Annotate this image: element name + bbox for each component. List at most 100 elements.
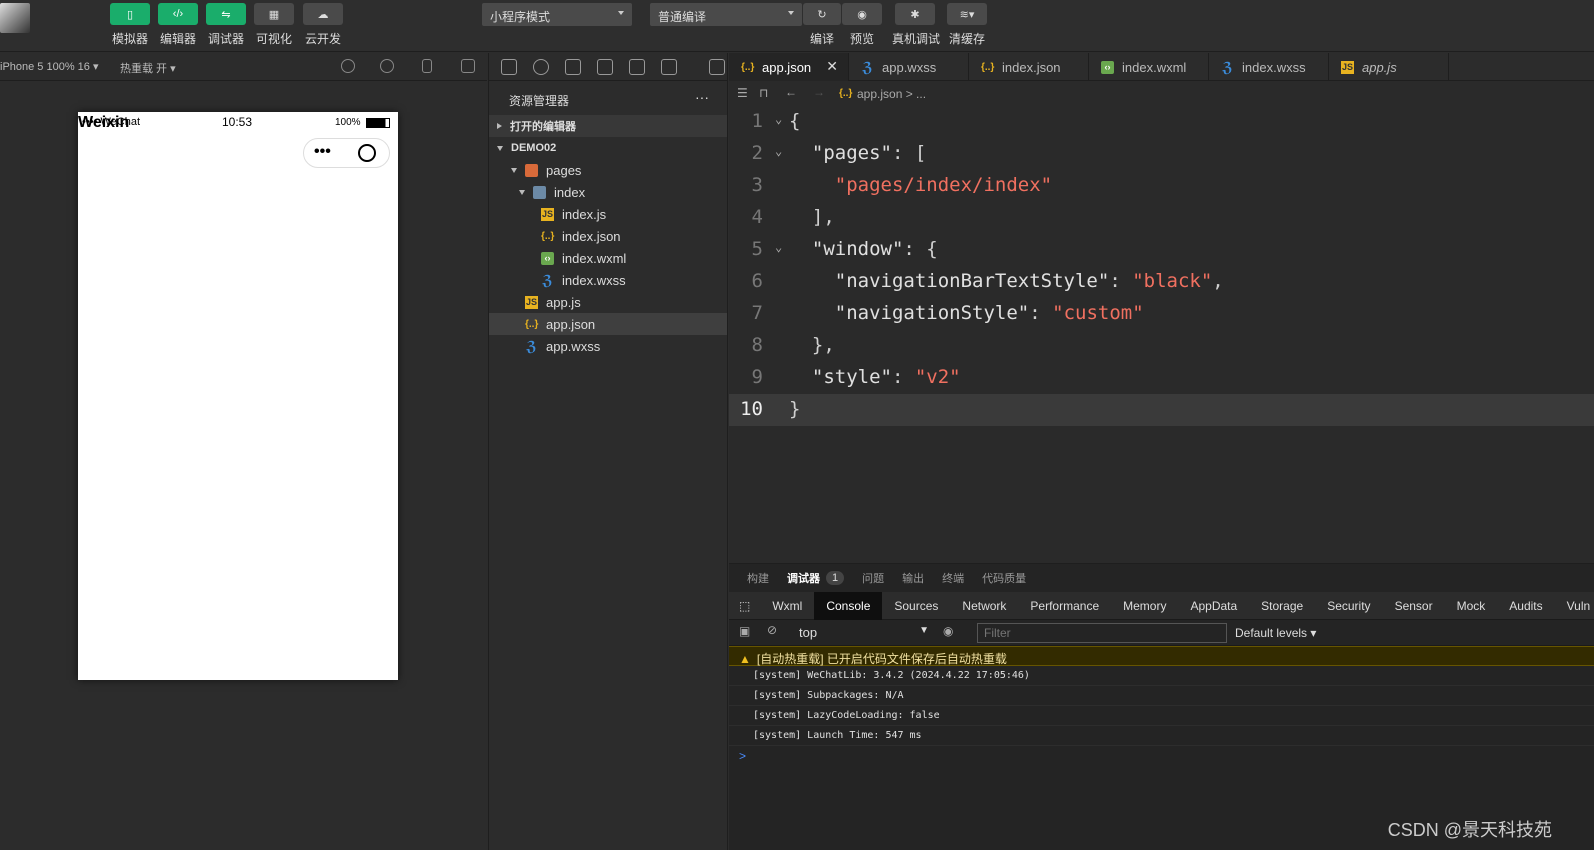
tree-item-pages[interactable]: pages <box>489 159 727 181</box>
collapse-panel-icon[interactable] <box>709 59 725 75</box>
clear-console-icon[interactable]: ⊘ <box>767 623 777 637</box>
real-device-debug-button[interactable]: ✱ <box>895 3 935 25</box>
tab-appdata[interactable]: AppData <box>1178 592 1249 620</box>
json-file-icon: {..} <box>839 88 853 99</box>
outline-icon[interactable] <box>629 59 645 75</box>
tab-index-json[interactable]: {..} index.json <box>969 53 1089 81</box>
tab-build[interactable]: 构建 <box>747 570 769 586</box>
explorer-iconbar <box>489 53 727 81</box>
extensions-icon[interactable] <box>597 59 613 75</box>
fold-icon[interactable]: ⌄ <box>775 240 782 254</box>
tab-problems[interactable]: 问题 <box>862 570 884 586</box>
debugger-label: 调试器 <box>207 32 244 46</box>
code-icon: ‹/› <box>172 8 184 20</box>
inspect-icon[interactable]: ⬚ <box>729 592 760 620</box>
tab-app-js[interactable]: JS app.js <box>1329 53 1449 81</box>
console-prompt[interactable]: > <box>729 746 1594 766</box>
tab-vuln[interactable]: Vuln <box>1555 592 1594 620</box>
debug-icon: ⇋ <box>221 8 231 21</box>
tree-item-index-wxml[interactable]: ‹› index.wxml <box>489 247 727 269</box>
tab-label: index.wxss <box>1242 59 1306 75</box>
tab-network[interactable]: Network <box>950 592 1018 620</box>
tab-security[interactable]: Security <box>1315 592 1382 620</box>
tab-mock[interactable]: Mock <box>1445 592 1498 620</box>
tab-code-quality[interactable]: 代码质量 <box>982 570 1026 586</box>
hot-reload-toggle[interactable]: 热重载 开 ▾ <box>120 60 176 76</box>
compile-button[interactable]: ↻ <box>803 3 841 25</box>
git-icon[interactable] <box>565 59 581 75</box>
back-icon[interactable]: ← <box>785 85 797 99</box>
console-warning: ▲ [自动热重载] 已开启代码文件保存后自动热重载 <box>729 646 1594 666</box>
tree-item-index-js[interactable]: JS index.js <box>489 203 727 225</box>
filter-input[interactable] <box>977 623 1227 643</box>
popout-icon[interactable] <box>461 59 475 73</box>
phone-screen: •••• WeChat 10:53 100% Weixin ••• <box>78 112 398 680</box>
fold-icon[interactable]: ⌄ <box>775 144 782 158</box>
close-icon[interactable]: ✕ <box>826 58 838 75</box>
code-area[interactable]: 1 ⌄{ 2 ⌄ "pages": [ 3 "pages/index/index" … <box>729 106 1594 426</box>
rotate-icon[interactable] <box>341 59 355 73</box>
tab-output[interactable]: 输出 <box>902 570 924 586</box>
fold-icon[interactable]: ⌄ <box>775 112 782 126</box>
project-section[interactable]: DEMO02 <box>489 137 727 159</box>
code-text: "window": { <box>811 238 938 260</box>
list-icon[interactable]: ☰ <box>737 86 748 100</box>
tab-label: app.wxss <box>882 59 937 75</box>
cloud-dev-button[interactable]: ☁ <box>303 3 343 25</box>
open-editors-section[interactable]: 打开的编辑器 <box>489 115 727 137</box>
tree-item-index-wxss[interactable]: ℨ index.wxss <box>489 269 727 291</box>
tab-storage[interactable]: Storage <box>1249 592 1315 620</box>
chevron-down-icon <box>497 145 503 151</box>
tab-memory[interactable]: Memory <box>1111 592 1178 620</box>
tab-app-wxss[interactable]: ℨ app.wxss <box>849 53 969 81</box>
breadcrumb-path[interactable]: app.json > ... <box>857 87 926 101</box>
bookmark-icon[interactable]: ⊓ <box>759 86 768 100</box>
tab-sources[interactable]: Sources <box>882 592 950 620</box>
tree-item-app-js[interactable]: JS app.js <box>489 291 727 313</box>
more-icon[interactable]: ••• <box>314 143 331 161</box>
close-capsule-icon[interactable] <box>358 144 376 162</box>
simulator-toggle-button[interactable]: ▯ <box>110 3 150 25</box>
wxss-file-icon: ℨ <box>526 337 537 354</box>
user-avatar[interactable] <box>0 3 30 33</box>
tab-performance[interactable]: Performance <box>1018 592 1111 620</box>
tab-index-wxml[interactable]: ‹› index.wxml <box>1089 53 1209 81</box>
more-actions-icon[interactable]: ··· <box>695 89 709 105</box>
search-icon[interactable] <box>533 59 549 75</box>
code-text: "style": "v2" <box>811 366 961 388</box>
eye-icon[interactable]: ◉ <box>943 624 953 638</box>
record-icon[interactable] <box>380 59 394 73</box>
tab-audits[interactable]: Audits <box>1497 592 1554 620</box>
tab-app-json[interactable]: {..} app.json ✕ <box>729 53 849 81</box>
tab-debugger[interactable]: 调试器 <box>787 570 820 586</box>
json-file-icon: {..} <box>741 61 755 73</box>
code-text: { <box>789 110 801 132</box>
levels-select[interactable]: Default levels ▾ <box>1235 626 1316 640</box>
tab-index-wxss[interactable]: ℨ index.wxss <box>1209 53 1329 81</box>
preview-button[interactable]: ◉ <box>842 3 882 25</box>
tab-terminal[interactable]: 终端 <box>942 570 964 586</box>
tree-item-app-json[interactable]: {..} app.json <box>489 313 727 335</box>
tree-item-app-wxss[interactable]: ℨ app.wxss <box>489 335 727 357</box>
debugger-toggle-button[interactable]: ⇋ <box>206 3 246 25</box>
tab-sensor[interactable]: Sensor <box>1383 592 1445 620</box>
visualize-button[interactable]: ▦ <box>254 3 294 25</box>
files-icon[interactable] <box>501 59 517 75</box>
folder-icon <box>525 163 538 177</box>
code-line: 6 "navigationBarTextStyle": "black", <box>729 266 1594 298</box>
context-select[interactable]: top ▼ <box>793 623 933 642</box>
tree-item-index-folder[interactable]: index <box>489 181 727 203</box>
project-label: DEMO02 <box>511 142 557 154</box>
compile-select[interactable]: 普通编译 <box>650 3 802 26</box>
editor-toggle-button[interactable]: ‹/› <box>158 3 198 25</box>
device-icon[interactable] <box>422 59 432 73</box>
tree-item-index-json[interactable]: {..} index.json <box>489 225 727 247</box>
tab-wxml[interactable]: Wxml <box>760 592 814 620</box>
clear-cache-button[interactable]: ≋▾ <box>947 3 987 25</box>
console-line: [system] LazyCodeLoading: false <box>729 706 1594 726</box>
tab-console[interactable]: Console <box>814 591 883 620</box>
docker-icon[interactable] <box>661 59 677 75</box>
sidebar-toggle-icon[interactable]: ▣ <box>739 624 750 638</box>
mode-select[interactable]: 小程序模式 <box>482 3 632 26</box>
device-select[interactable]: iPhone 5 100% 16 ▾ <box>0 60 98 73</box>
